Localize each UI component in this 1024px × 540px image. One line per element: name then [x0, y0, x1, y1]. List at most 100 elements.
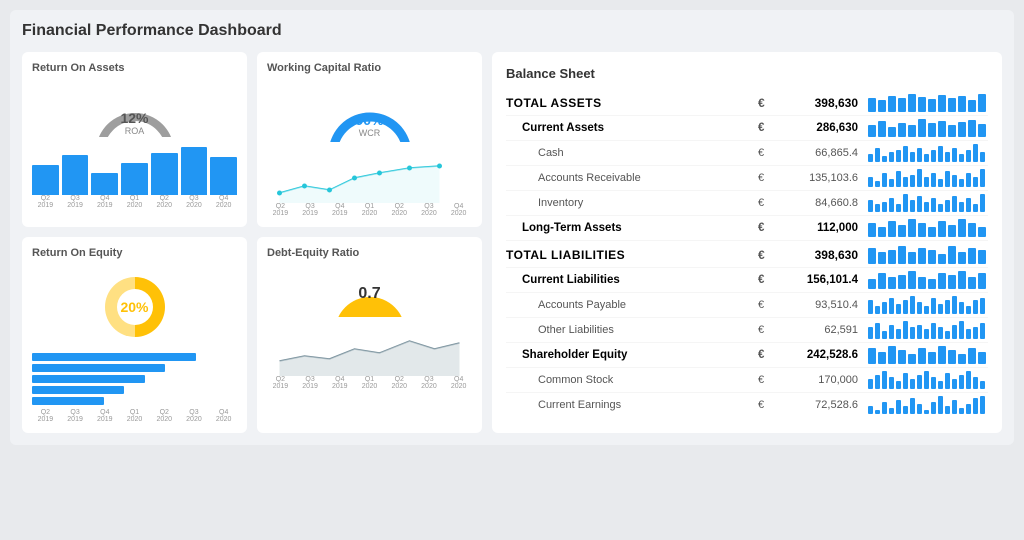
hbar-row [32, 353, 237, 361]
bs-row-shareholder-equity: Shareholder Equity € 242,528.6 [506, 343, 988, 368]
bs-mini-bars [868, 219, 988, 237]
bs-value: 66,865.4 [778, 147, 858, 159]
bs-mini-bars [868, 296, 988, 314]
bar-label: Q2 2019 [267, 203, 294, 217]
bar [210, 157, 237, 195]
der-area-chart [267, 321, 472, 376]
bs-value: 156,101.4 [778, 274, 858, 286]
bs-value: 170,000 [778, 374, 858, 386]
bar-label: Q4 2020 [445, 376, 472, 390]
wcr-sub: WCR [355, 128, 383, 138]
bs-mini-bars [868, 246, 988, 264]
bar-label: Q1 2020 [121, 409, 148, 423]
wcr-gauge-container: 90% WCR [267, 82, 472, 144]
bar-label: Q3 2020 [181, 195, 208, 209]
bs-currency: € [758, 147, 778, 159]
bs-row-name: Shareholder Equity [506, 349, 758, 361]
bar-label: Q3 2019 [62, 195, 89, 209]
bs-currency: € [758, 96, 778, 110]
roe-value: 20% [120, 299, 148, 315]
der-donut: 0.7 [330, 267, 410, 317]
bs-value: 242,528.6 [778, 349, 858, 361]
bs-row-current-assets: Current Assets € 286,630 [506, 116, 988, 141]
bar [91, 173, 118, 195]
bar-label: Q4 2019 [91, 195, 118, 209]
bs-mini-bars [868, 119, 988, 137]
bar-label: Q2 2020 [151, 409, 178, 423]
balance-sheet-title: Balance Sheet [506, 66, 988, 81]
main-layout: Return On Assets 12% ROA [22, 52, 1002, 433]
bs-row-name: Accounts Payable [506, 299, 758, 311]
roe-bar-labels: Q2 2019 Q3 2019 Q4 2019 Q1 2020 Q2 2020 … [32, 409, 237, 423]
bar-label: Q3 2019 [297, 376, 324, 390]
bs-row-current-earnings: Current Earnings € 72,528.6 [506, 393, 988, 417]
bs-value: 62,591 [778, 324, 858, 336]
bar-label: Q2 2020 [151, 195, 178, 209]
bar-label: Q1 2020 [356, 376, 383, 390]
bar-label: Q1 2020 [121, 195, 148, 209]
card-roa: Return On Assets 12% ROA [22, 52, 247, 227]
roa-sub: ROA [120, 126, 148, 136]
roa-gauge-wrap: 12% ROA [90, 82, 180, 137]
bs-row-name: Cash [506, 147, 758, 159]
bs-row-common-stock: Common Stock € 170,000 [506, 368, 988, 393]
bs-currency: € [758, 197, 778, 209]
bs-currency: € [758, 122, 778, 134]
bs-row-total-liabilities: TOTAL LIABILITIES € 398,630 [506, 243, 988, 268]
card-wcr: Working Capital Ratio 90% WCR [257, 52, 482, 227]
roa-gauge: 12% ROA [32, 82, 237, 141]
bs-mini-bars [868, 271, 988, 289]
wcr-bar-labels: Q2 2019 Q3 2019 Q4 2019 Q1 2020 Q2 2020 … [267, 203, 472, 217]
bs-currency: € [758, 299, 778, 311]
wcr-line-chart [267, 148, 472, 203]
roe-hbar-chart [32, 353, 237, 405]
bs-row-accounts-payable: Accounts Payable € 93,510.4 [506, 293, 988, 318]
bs-currency: € [758, 399, 778, 411]
bar-label: Q3 2020 [181, 409, 208, 423]
bs-currency: € [758, 274, 778, 286]
bar-label: Q3 2020 [416, 376, 443, 390]
balance-sheet-panel: Balance Sheet TOTAL ASSETS € 398,630 [492, 52, 1002, 433]
bar-label: Q3 2020 [416, 203, 443, 217]
bs-row-name: Current Liabilities [506, 274, 758, 286]
bs-row-cash: Cash € 66,865.4 [506, 141, 988, 166]
bs-mini-bars [868, 169, 988, 187]
left-panel: Return On Assets 12% ROA [22, 52, 482, 433]
wcr-value: 90% [355, 112, 383, 128]
bs-currency: € [758, 172, 778, 184]
bs-row-name: TOTAL LIABILITIES [506, 248, 758, 262]
bs-value: 398,630 [778, 96, 858, 110]
roa-gauge-label: 12% ROA [120, 110, 148, 136]
bar-label: Q4 2020 [210, 195, 237, 209]
bs-row-name: TOTAL ASSETS [506, 96, 758, 110]
card-roe: Return On Equity 20% [22, 237, 247, 433]
bs-mini-bars [868, 396, 988, 414]
wcr-gauge-wrap: 90% WCR [325, 82, 415, 142]
bs-row-name: Other Liabilities [506, 324, 758, 336]
dashboard-title: Financial Performance Dashboard [22, 22, 1002, 40]
roa-bar-chart [32, 145, 237, 195]
roe-donut: 20% [95, 267, 175, 347]
hbar-row [32, 375, 237, 383]
der-bar-labels: Q2 2019 Q3 2019 Q4 2019 Q1 2020 Q2 2020 … [267, 376, 472, 390]
bar-label: Q2 2019 [267, 376, 294, 390]
wcr-title: Working Capital Ratio [267, 62, 472, 74]
hbar-row [32, 386, 237, 394]
bs-row-name: Current Earnings [506, 399, 758, 411]
bs-currency: € [758, 349, 778, 361]
bs-row-current-liabilities: Current Liabilities € 156,101.4 [506, 268, 988, 293]
bs-currency: € [758, 374, 778, 386]
roe-label: 20% [120, 299, 148, 315]
bar-label: Q2 2020 [386, 203, 413, 217]
bs-currency: € [758, 324, 778, 336]
dashboard: Financial Performance Dashboard Return O… [10, 10, 1014, 445]
bar-label: Q4 2019 [91, 409, 118, 423]
bs-value: 398,630 [778, 248, 858, 262]
bar [121, 163, 148, 195]
bar [62, 155, 89, 195]
roa-bar-labels: Q2 2019 Q3 2019 Q4 2019 Q1 2020 Q2 2020 … [32, 195, 237, 209]
bar-label: Q3 2019 [62, 409, 89, 423]
bar-label: Q1 2020 [356, 203, 383, 217]
bar [151, 153, 178, 195]
bar-label: Q4 2019 [326, 376, 353, 390]
